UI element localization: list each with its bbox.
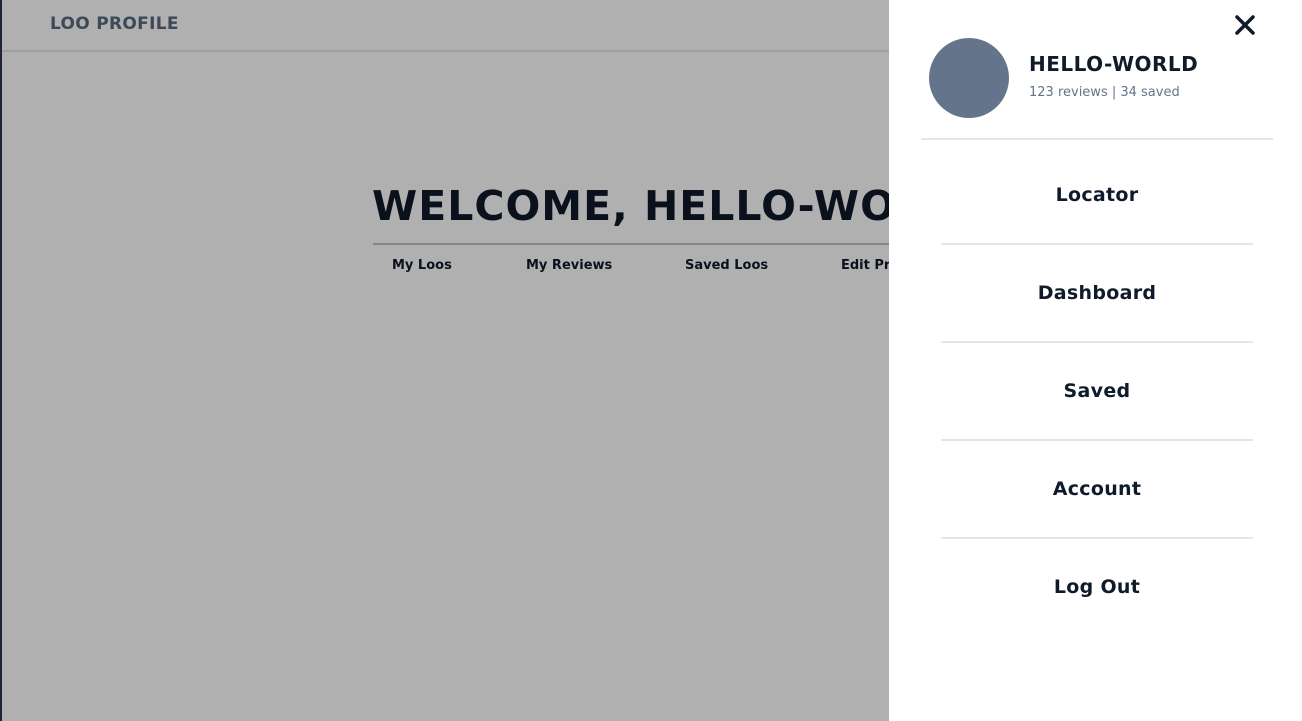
menu-item-saved[interactable]: Saved — [941, 343, 1253, 441]
menu-item-label: Log Out — [1053, 576, 1141, 598]
menu-item-locator[interactable]: Locator — [941, 147, 1253, 245]
menu-item-dashboard[interactable]: Dashboard — [941, 245, 1253, 343]
drawer-header-divider — [921, 138, 1273, 140]
profile-stats: 123 reviews | 34 saved — [1029, 85, 1180, 100]
menu-item-account[interactable]: Account — [941, 441, 1253, 539]
avatar[interactable] — [929, 38, 1009, 118]
menu-item-label: Account — [1052, 478, 1142, 500]
side-drawer: HELLO-WORLD 123 reviews | 34 saved Locat… — [889, 0, 1302, 721]
menu-item-label: Dashboard — [1037, 282, 1157, 304]
menu-item-log-out[interactable]: Log Out — [941, 539, 1253, 637]
profile-username: HELLO-WORLD — [1029, 52, 1199, 76]
menu-item-label: Saved — [1063, 380, 1131, 402]
menu-item-label: Locator — [1055, 184, 1139, 206]
close-icon — [1235, 15, 1255, 35]
close-button[interactable] — [1225, 10, 1265, 44]
